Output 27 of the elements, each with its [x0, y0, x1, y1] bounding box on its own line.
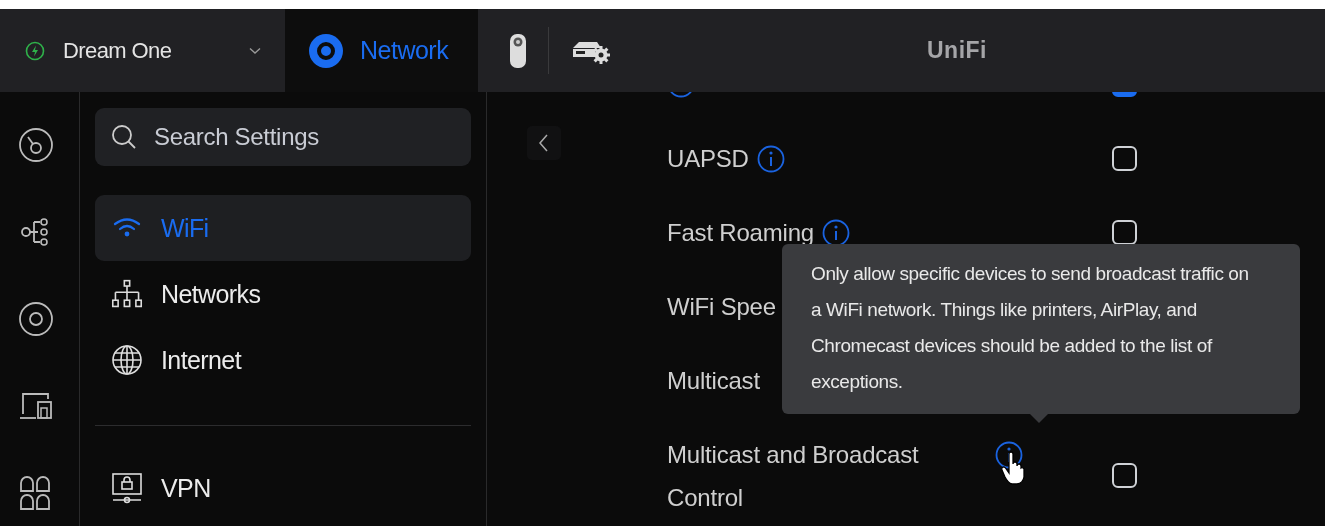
- globe-icon: [111, 344, 143, 376]
- setting-label: UAPSD: [667, 143, 749, 174]
- search-field[interactable]: Search Settings: [95, 108, 471, 166]
- camera-icon: [508, 32, 528, 69]
- setting-label: Multicast and Broadcast Control: [667, 439, 920, 513]
- target-icon[interactable]: [17, 301, 54, 337]
- back-button[interactable]: [527, 126, 561, 160]
- search-icon: [111, 124, 137, 150]
- ring-icon: [309, 33, 343, 68]
- nav-item[interactable]: Networks: [95, 261, 471, 327]
- tooltip: Only allow specific devices to send broadcast traffic on a WiFi network. Things like printers, AirPlay, and Chromecast devices should be added to the list of exceptions.: [782, 244, 1300, 414]
- power-icon: [25, 40, 45, 61]
- chevron-left-icon: [539, 134, 549, 152]
- hierarchy-icon: [111, 278, 143, 310]
- dashboard-icon[interactable]: [17, 127, 54, 163]
- nav-item[interactable]: Internet: [95, 327, 471, 393]
- network-tab[interactable]: Network: [285, 9, 478, 92]
- setting-label: Multicast: [667, 365, 760, 396]
- chevron-down-icon: [249, 46, 261, 55]
- nav-item[interactable]: VPN: [95, 455, 471, 521]
- checkbox[interactable]: [1112, 145, 1137, 171]
- brand-logo: UniFi: [927, 37, 987, 64]
- tooltip-pointer: [1030, 414, 1048, 423]
- setting-label: WiFi Spee: [667, 291, 776, 322]
- checkbox[interactable]: [1112, 463, 1137, 488]
- device-settings-tab[interactable]: [548, 27, 611, 74]
- monitor-lock-icon: [111, 472, 143, 504]
